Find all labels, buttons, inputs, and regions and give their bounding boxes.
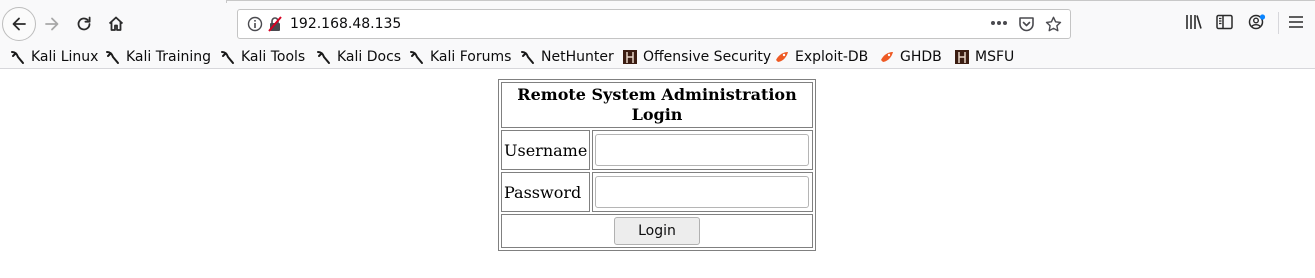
bookmark-kali-forums[interactable]: Kali Forums	[409, 47, 511, 67]
toolbar-divider	[1278, 12, 1279, 34]
bookmark-nethunter[interactable]: NetHunter	[520, 47, 614, 67]
kali-dragon-icon	[410, 51, 423, 64]
kali-dragon-icon	[221, 51, 234, 64]
bookmark-label: Exploit-DB	[795, 49, 869, 65]
login-form-table: Remote System Administration Login Usern…	[498, 79, 816, 251]
tab-strip-edge	[226, 0, 1315, 3]
bookmark-label: Kali Forums	[430, 49, 512, 65]
bookmark-label: Kali Docs	[337, 49, 402, 65]
sidebar-icon[interactable]	[1216, 14, 1233, 30]
bookmarks-toolbar: Kali Linux Kali Training Kali Tools Kali…	[0, 44, 1315, 69]
home-button[interactable]	[100, 8, 132, 40]
url-text[interactable]: 192.168.48.135	[290, 16, 401, 32]
username-input[interactable]	[595, 134, 810, 166]
forward-button[interactable]	[36, 8, 68, 40]
bookmark-ghdb[interactable]: GHDB	[879, 47, 942, 67]
password-label: Password	[501, 172, 591, 212]
bookmark-star-icon[interactable]	[1045, 16, 1062, 32]
login-button[interactable]: Login	[614, 217, 700, 245]
bookmark-label: Offensive Security	[643, 49, 772, 65]
home-icon	[108, 16, 124, 31]
bookmark-label: GHDB	[900, 49, 942, 65]
offsec-icon	[955, 50, 969, 64]
bookmark-kali-tools[interactable]: Kali Tools	[220, 47, 305, 67]
password-input[interactable]	[595, 176, 810, 208]
browser-toolbar: 192.168.48.135	[0, 0, 1315, 44]
bookmark-label: Kali Training	[126, 49, 211, 65]
pocket-icon[interactable]	[1018, 16, 1035, 32]
insecure-lock-icon[interactable]	[267, 16, 283, 32]
login-button-cell: Login	[501, 214, 813, 248]
bookmark-offensive-security[interactable]: Offensive Security	[622, 47, 771, 67]
back-button[interactable]	[2, 7, 36, 41]
hamburger-menu-icon[interactable]	[1288, 14, 1304, 30]
bookmark-label: Kali Tools	[241, 49, 306, 65]
kali-dragon-icon	[521, 51, 534, 64]
username-label: Username	[501, 130, 591, 170]
bookmark-label: Kali Linux	[31, 49, 99, 65]
bookmark-label: NetHunter	[541, 49, 614, 65]
login-title: Remote System Administration Login	[501, 82, 813, 128]
exploit-db-icon	[776, 52, 788, 62]
bookmark-kali-docs[interactable]: Kali Docs	[316, 47, 401, 67]
kali-dragon-icon	[317, 51, 330, 64]
bookmark-kali-linux[interactable]: Kali Linux	[10, 47, 98, 67]
kali-dragon-icon	[106, 51, 119, 64]
address-bar[interactable]: 192.168.48.135	[237, 9, 1071, 39]
account-icon[interactable]	[1248, 14, 1266, 30]
back-arrow-icon	[12, 17, 26, 31]
forward-arrow-icon	[45, 17, 59, 31]
bookmark-label: MSFU	[975, 49, 1015, 65]
bookmark-msfu[interactable]: MSFU	[954, 47, 1014, 67]
info-icon[interactable]	[247, 16, 263, 32]
kali-dragon-icon	[11, 51, 24, 64]
password-cell	[592, 172, 813, 212]
page-actions-icon[interactable]	[990, 20, 1008, 26]
offsec-icon	[623, 50, 637, 64]
username-cell	[592, 130, 813, 170]
reload-icon	[77, 16, 91, 31]
bookmark-kali-training[interactable]: Kali Training	[105, 47, 211, 67]
exploit-db-icon	[881, 52, 893, 62]
library-icon[interactable]	[1185, 14, 1202, 30]
reload-button[interactable]	[68, 8, 100, 40]
bookmark-exploit-db[interactable]: Exploit-DB	[774, 47, 868, 67]
